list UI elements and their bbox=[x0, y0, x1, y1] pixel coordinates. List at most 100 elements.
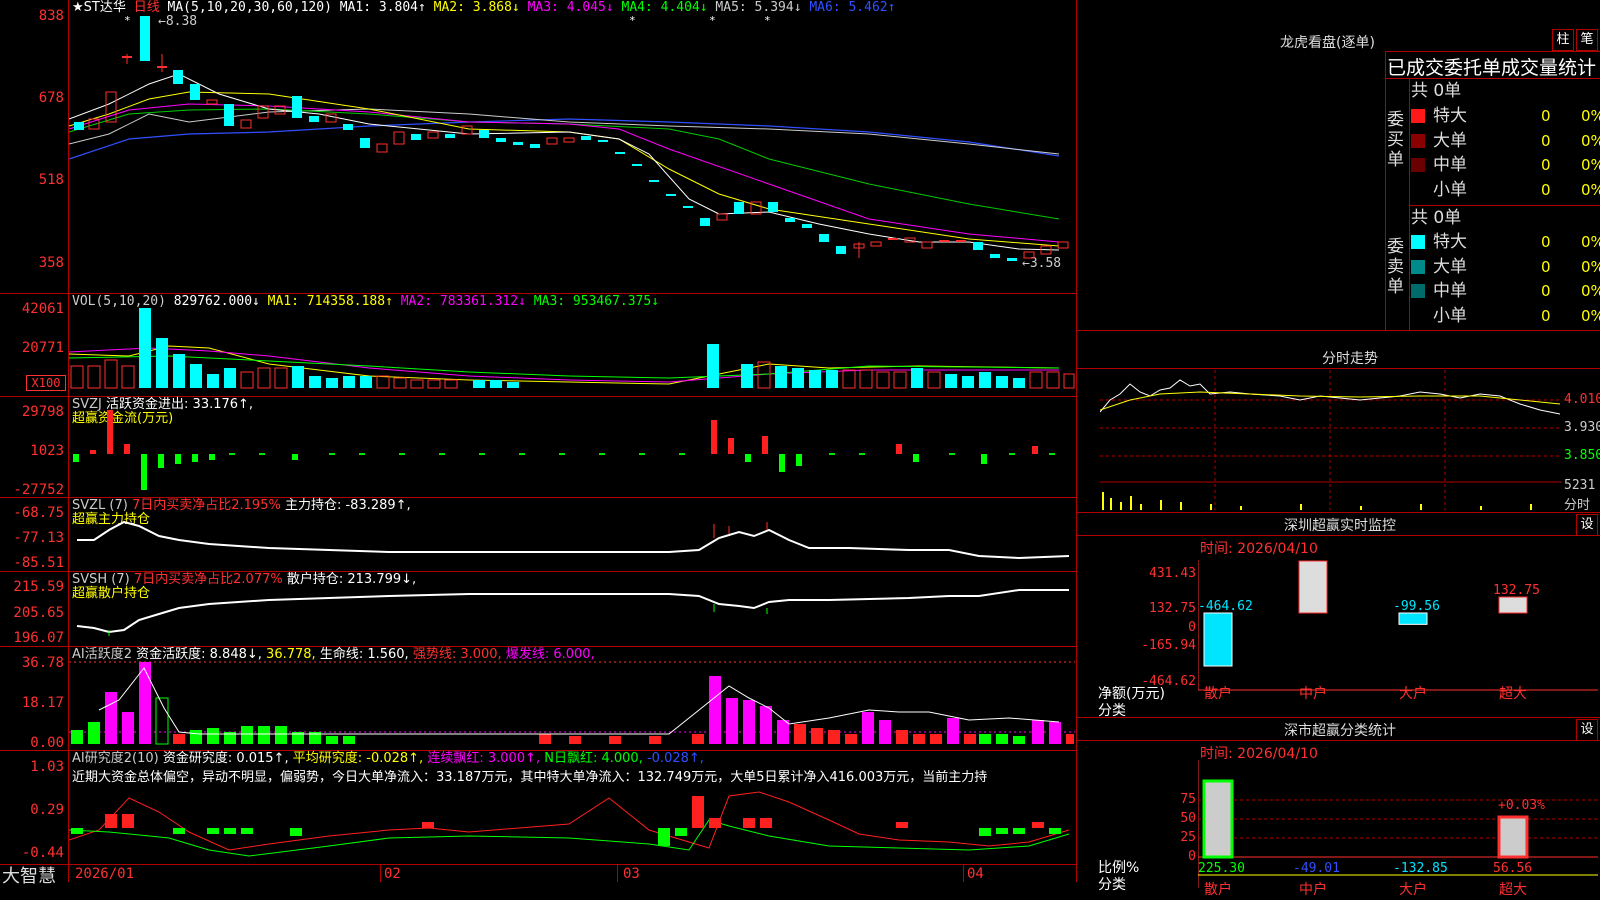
ma-label: MA(5,10,20,30,60,120) bbox=[167, 0, 332, 15]
x-label-feb: 02 bbox=[384, 866, 401, 882]
sell-row: 大单 0 0% bbox=[1411, 255, 1600, 279]
class-tick-25: 25 bbox=[1180, 830, 1196, 845]
buy-percent: 0% bbox=[1581, 156, 1600, 174]
buy-side-label: 委买单 bbox=[1387, 110, 1404, 170]
ai-research-tick-3: -0.44 bbox=[21, 845, 64, 861]
buy-value: 0 bbox=[1541, 156, 1551, 174]
intraday-tick-2: 3.930 bbox=[1564, 420, 1600, 435]
price-tick-678: 678 bbox=[38, 90, 64, 106]
class-tick-75: 75 bbox=[1180, 792, 1196, 807]
monitor-tick-2: 132.75 bbox=[1149, 601, 1196, 616]
sell-percent: 0% bbox=[1581, 282, 1600, 300]
class-bar-chart[interactable]: 225.30 散户 -49.01 中户 -132.85 大户 56.56 超大 bbox=[1198, 760, 1598, 900]
monitor-bar-3 bbox=[1498, 596, 1528, 614]
intraday-tick-1: 4.010 bbox=[1564, 392, 1600, 407]
intraday-vol-label: 5231 bbox=[1564, 478, 1596, 493]
sell-total: 共 0单 bbox=[1411, 208, 1462, 228]
lhb-bar-button[interactable]: 柱 bbox=[1552, 29, 1574, 51]
svzl-tick-1: -68.75 bbox=[13, 505, 64, 521]
ai-research-v2: 平均研究度: -0.028↑, bbox=[292, 751, 424, 766]
class-value-label-1: -49.01 bbox=[1293, 861, 1340, 876]
ma6-value: MA6: 5.462↑ bbox=[809, 0, 896, 15]
ai-research-bars bbox=[69, 791, 1070, 857]
ai-research-tick-2: 0.29 bbox=[30, 802, 64, 818]
sell-name: 大单 bbox=[1433, 256, 1467, 277]
buy-row: 小单 0 0% bbox=[1411, 178, 1600, 202]
price-tick-838: 838 bbox=[38, 8, 64, 24]
period-label[interactable]: 日线 bbox=[134, 0, 160, 15]
buy-row: 中单 0 0% bbox=[1411, 153, 1600, 177]
monitor-bar-0 bbox=[1203, 612, 1233, 667]
buy-value: 0 bbox=[1541, 107, 1551, 125]
class-value-label-3: 56.56 bbox=[1493, 861, 1532, 876]
class-category-3: 超大 bbox=[1499, 882, 1527, 898]
sell-percent: 0% bbox=[1581, 233, 1600, 251]
sell-value: 0 bbox=[1541, 257, 1551, 276]
monitor-title: 深圳超赢实时监控 bbox=[1284, 518, 1396, 534]
class-x-title: 分类 bbox=[1098, 877, 1126, 893]
sell-row: 小单 0 0% bbox=[1411, 304, 1600, 328]
vol-unit-badge: X100 bbox=[26, 375, 66, 391]
class-settings-button[interactable]: 设 bbox=[1576, 719, 1598, 741]
x-label-mar: 03 bbox=[623, 866, 640, 882]
svzl-tick-2: -77.13 bbox=[13, 530, 64, 546]
monitor-tick-3: 0 bbox=[1188, 620, 1196, 635]
stock-title[interactable]: ★ST达华 bbox=[72, 0, 126, 15]
ai-research-tick-1: 1.03 bbox=[30, 759, 64, 775]
sell-value: 0 bbox=[1541, 306, 1551, 325]
brand-logo: 大智慧 bbox=[2, 866, 56, 887]
class-category-1: 中户 bbox=[1299, 881, 1327, 898]
intraday-tick-3: 3.850 bbox=[1564, 448, 1600, 463]
svzj-tick-2: 1023 bbox=[30, 443, 64, 459]
monitor-bar-chart[interactable]: -464.62 散户 431.43 中户 -99.56 大户 132.75 超大 bbox=[1198, 560, 1598, 720]
buy-color-swatch bbox=[1411, 133, 1425, 148]
main-chart-header: ★ST达华 日线 MA(5,10,20,30,60,120) MA1: 3.80… bbox=[72, 0, 895, 15]
ai-active-tick-1: 36.78 bbox=[21, 655, 64, 671]
ma3-value: MA3: 4.045↓ bbox=[527, 0, 614, 15]
monitor-category-0: 散户 bbox=[1204, 685, 1232, 702]
sell-color-swatch bbox=[1411, 259, 1425, 274]
svzl-tick-3: -85.51 bbox=[13, 555, 64, 571]
monitor-settings-button[interactable]: 设 bbox=[1576, 514, 1598, 536]
intraday-chart[interactable] bbox=[1100, 370, 1562, 510]
svsh-tick-3: 196.07 bbox=[13, 630, 64, 646]
x-label-apr: 04 bbox=[967, 866, 984, 882]
class-title: 深市超赢分类统计 bbox=[1284, 723, 1396, 739]
buy-color-swatch bbox=[1411, 158, 1425, 172]
buy-percent: 0% bbox=[1581, 131, 1600, 150]
sell-row: 中单 0 0% bbox=[1411, 279, 1600, 303]
class-tick-0: 0 bbox=[1188, 849, 1196, 864]
buy-name: 中单 bbox=[1433, 155, 1467, 175]
intraday-title: 分时走势 bbox=[1322, 351, 1378, 367]
svzj-tick-3: -27752 bbox=[13, 482, 64, 498]
retail-hold-line bbox=[76, 589, 1069, 636]
sell-color-swatch bbox=[1411, 235, 1425, 249]
ai-active-tick-3: 0.00 bbox=[30, 735, 64, 751]
sell-name: 中单 bbox=[1433, 281, 1467, 301]
candlestick-chart[interactable]: * * * * bbox=[69, 14, 1075, 292]
buy-percent: 0% bbox=[1581, 107, 1600, 125]
ma2-value: MA2: 3.868↓ bbox=[433, 0, 520, 15]
svzj-tick-1: 29798 bbox=[21, 404, 64, 420]
monitor-value-label-1: 431.43 bbox=[1293, 560, 1340, 562]
monitor-bar-1 bbox=[1298, 560, 1328, 614]
class-value-label-0: 225.30 bbox=[1198, 861, 1245, 876]
buy-row: 大单 0 0% bbox=[1411, 129, 1600, 153]
class-extra-label: +0.03% bbox=[1498, 798, 1545, 813]
class-category-2: 大户 bbox=[1399, 881, 1427, 898]
lhb-title: 龙虎看盘(逐单) bbox=[1280, 35, 1375, 51]
buy-name: 大单 bbox=[1433, 130, 1467, 151]
class-bar-3 bbox=[1497, 815, 1529, 859]
monitor-value-label-2: -99.56 bbox=[1393, 599, 1440, 614]
svg-text:*: * bbox=[629, 14, 636, 27]
svg-text:*: * bbox=[124, 14, 131, 27]
ma1-value: MA1: 3.804↑ bbox=[339, 0, 426, 15]
lhb-pen-button[interactable]: 笔 bbox=[1576, 29, 1598, 51]
ai-active-bars bbox=[69, 661, 1075, 745]
monitor-category-3: 超大 bbox=[1499, 686, 1527, 702]
sell-value: 0 bbox=[1541, 233, 1551, 251]
x-label-jan: 2026/01 bbox=[75, 866, 135, 882]
class-value-label-2: -132.85 bbox=[1393, 861, 1448, 876]
monitor-value-label-3: 132.75 bbox=[1493, 583, 1540, 598]
monitor-tick-4: -165.94 bbox=[1141, 638, 1196, 653]
